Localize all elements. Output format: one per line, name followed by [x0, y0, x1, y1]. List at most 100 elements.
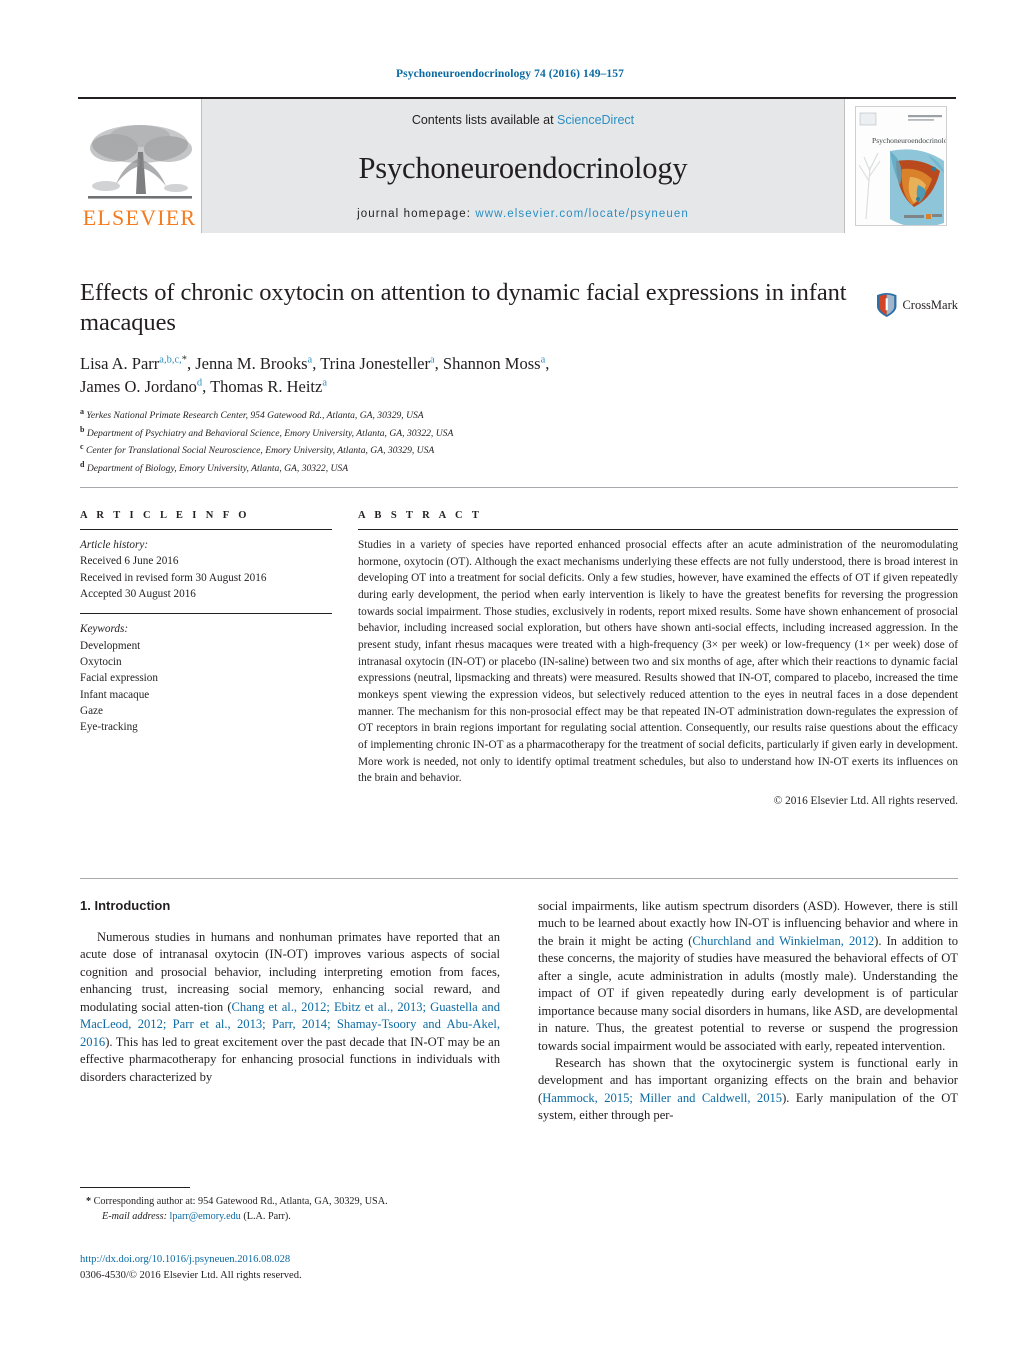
keyword-item: Oxytocin — [80, 656, 122, 669]
affiliation-text: Department of Psychiatry and Behavioral … — [86, 427, 454, 439]
corresponding-author-note: * Corresponding author at: 954 Gatewood … — [80, 1194, 500, 1225]
journal-cover-block: Psychoneuroendocrinology — [844, 99, 956, 233]
abstract-copyright: © 2016 Elsevier Ltd. All rights reserved… — [773, 794, 958, 807]
footnote-star: * — [86, 1196, 92, 1207]
author-affil-marks: a,b,c, — [159, 354, 182, 366]
corresponding-author-marker: * — [181, 354, 187, 366]
divider — [80, 613, 332, 615]
column-gap — [332, 488, 358, 807]
affiliation-text: Department of Biology, Emory University,… — [86, 463, 349, 475]
article-info-column: A R T I C L E I N F O Article history: R… — [80, 488, 332, 807]
author-name: Trina Jonesteller — [320, 354, 430, 373]
footnote-email-suffix: (L.A. Parr). — [243, 1211, 291, 1223]
body-column-right: social impairments, like autism spectrum… — [538, 898, 958, 1198]
sciencedirect-link[interactable]: ScienceDirect — [557, 113, 634, 127]
affiliation-label: c — [80, 442, 84, 452]
abstract-column: A B S T R A C T Studies in a variety of … — [358, 488, 958, 807]
keyword-item: Gaze — [80, 705, 103, 718]
author-affil-marks: d — [196, 377, 203, 389]
divider — [80, 529, 332, 530]
divider — [358, 529, 958, 530]
keywords-title: Keywords: — [80, 623, 129, 636]
affiliation-text: Yerkes National Primate Research Center,… — [86, 410, 424, 422]
keywords-group: Keywords: Development Oxytocin Facial ex… — [80, 621, 332, 735]
paper-page: Psychoneuroendocrinology 74 (2016) 149–1… — [0, 0, 1020, 1351]
affiliation-item: d Department of Biology, Emory Universit… — [80, 459, 780, 477]
citation-link[interactable]: Hammock, 2015; Miller and Caldwell, 2015 — [542, 1091, 782, 1105]
body-column-left: 1. Introduction Numerous studies in huma… — [80, 898, 500, 1198]
author-affil-marks: a — [430, 354, 435, 366]
keyword-item: Facial expression — [80, 672, 158, 685]
footnote-area: * Corresponding author at: 954 Gatewood … — [80, 1187, 500, 1225]
info-abstract-block: A R T I C L E I N F O Article history: R… — [80, 487, 958, 807]
running-head: Psychoneuroendocrinology 74 (2016) 149–1… — [396, 68, 624, 80]
article-info-heading: A R T I C L E I N F O — [80, 510, 250, 521]
cover-art-icon: Psychoneuroendocrinology — [855, 107, 947, 225]
elsevier-wordmark: ELSEVIER — [82, 205, 197, 230]
author-name: Jenna M. Brooks — [195, 354, 308, 373]
paragraph-text-post: ). This has led to great excitement over… — [80, 1034, 500, 1084]
issn-copyright-line: 0306-4530/© 2016 Elsevier Ltd. All right… — [80, 1269, 302, 1281]
elsevier-logo-block: ELSEVIER — [78, 99, 202, 233]
intro-paragraph-right-1: social impairments, like autism spectrum… — [538, 898, 958, 1055]
footnote-divider — [80, 1187, 190, 1188]
svg-text:Psychoneuroendocrinology: Psychoneuroendocrinology — [872, 136, 947, 145]
affiliation-label: d — [80, 460, 85, 470]
article-history-title: Article history: — [80, 539, 149, 551]
contents-available-line: Contents lists available at ScienceDirec… — [412, 113, 634, 127]
elsevier-tree-icon — [87, 125, 192, 199]
author-name: Thomas R. Heitz — [210, 377, 323, 397]
affiliation-item: a Yerkes National Primate Research Cente… — [80, 406, 780, 424]
author-name: Shannon Moss — [442, 354, 541, 373]
history-item: Received in revised form 30 August 2016 — [80, 571, 267, 584]
section-heading-introduction: 1. Introduction — [80, 898, 171, 913]
footnote-corresponding-text: Corresponding author at: 954 Gatewood Rd… — [93, 1196, 388, 1207]
citation-link[interactable]: Churchland and Winkielman, 2012 — [692, 934, 874, 948]
affiliation-label: b — [80, 424, 85, 434]
keyword-item: Infant macaque — [80, 688, 150, 701]
author-affil-marks: a — [540, 354, 546, 366]
journal-homepage-line: journal homepage: www.elsevier.com/locat… — [357, 208, 689, 220]
abstract-text: Studies in a variety of species have rep… — [358, 539, 958, 785]
author-line-2: James O. Jordanod, Thomas R. Heitza — [80, 377, 328, 397]
crossmark-icon — [876, 293, 897, 317]
contents-prefix: Contents lists available at — [411, 113, 558, 127]
abstract-heading: A B S T R A C T — [358, 510, 483, 521]
author-list: Lisa A. Parra,b,c,*, Jenna M. Brooksa, T… — [80, 352, 880, 399]
email-link[interactable]: lparr@emory.edu — [170, 1211, 241, 1222]
paragraph-text-post: ). In addition to these concerns, the ma… — [538, 933, 958, 1053]
divider — [80, 878, 958, 879]
keyword-item: Eye-tracking — [80, 721, 138, 734]
author-line-1: Lisa A. Parra,b,c,*, Jenna M. Brooksa, T… — [80, 354, 550, 373]
footnote-email-label: E-mail address: — [102, 1211, 167, 1223]
author-affil-marks: a — [307, 354, 313, 366]
homepage-prefix: journal homepage: — [357, 208, 476, 220]
doi-block: http://dx.doi.org/10.1016/j.psyneuen.201… — [80, 1252, 580, 1284]
affiliation-list: a Yerkes National Primate Research Cente… — [80, 406, 780, 477]
affiliation-label: a — [80, 407, 84, 416]
intro-paragraph-right-2: Research has shown that the oxytocinergi… — [538, 1055, 958, 1125]
keyword-item: Development — [80, 639, 141, 652]
column-gap — [500, 898, 538, 1198]
masthead-center: Contents lists available at ScienceDirec… — [202, 99, 844, 233]
journal-title: Psychoneuroendocrinology — [358, 151, 688, 186]
doi-link[interactable]: http://dx.doi.org/10.1016/j.psyneuen.201… — [80, 1252, 580, 1268]
history-item: Accepted 30 August 2016 — [80, 588, 196, 601]
body-columns: 1. Introduction Numerous studies in huma… — [80, 898, 958, 1198]
homepage-url-link[interactable]: www.elsevier.com/locate/psyneuen — [475, 208, 689, 220]
article-history-group: Article history: Received 6 June 2016 Re… — [80, 537, 332, 602]
crossmark-label: CrossMark — [902, 297, 958, 312]
author-affil-marks: a — [322, 377, 328, 389]
affiliation-text: Center for Translational Social Neurosci… — [85, 445, 435, 457]
crossmark-badge[interactable]: CrossMark — [874, 278, 958, 332]
history-item: Received 6 June 2016 — [80, 555, 179, 568]
title-area: Effects of chronic oxytocin on attention… — [80, 278, 960, 337]
intro-paragraph-left: Numerous studies in humans and nonhuman … — [80, 929, 500, 1086]
journal-masthead: ELSEVIER Contents lists available at Sci… — [78, 97, 956, 233]
journal-cover-thumbnail: Psychoneuroendocrinology — [854, 106, 947, 226]
affiliation-item: c Center for Translational Social Neuros… — [80, 441, 780, 459]
author-name: Lisa A. Parr — [80, 354, 160, 373]
page-title: Effects of chronic oxytocin on attention… — [80, 279, 847, 336]
author-name: James O. Jordano — [80, 377, 197, 397]
affiliation-item: b Department of Psychiatry and Behaviora… — [80, 424, 780, 442]
